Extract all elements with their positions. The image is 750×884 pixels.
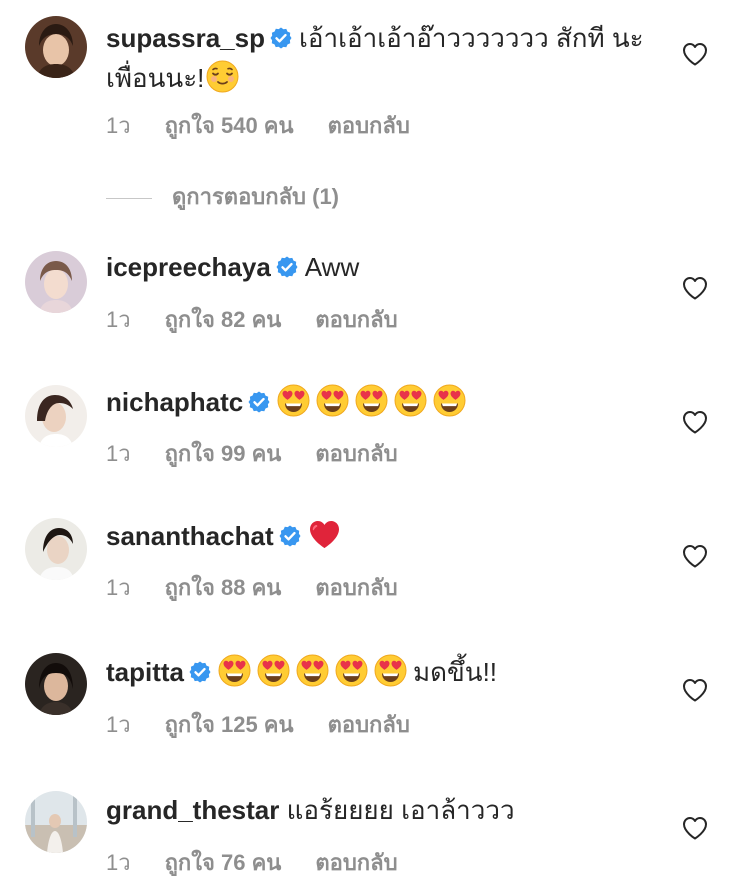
heart-eyes-emoji-icon: [218, 654, 251, 687]
comment-text: มดขึ้น!!: [413, 657, 498, 687]
username[interactable]: tapitta: [106, 657, 184, 687]
comment-text: Aww: [304, 252, 360, 282]
red-heart-emoji-icon: [308, 518, 341, 551]
comment-time: 1ว: [106, 307, 131, 332]
heart-eyes-emoji-icon: [394, 384, 427, 417]
like-count[interactable]: ถูกใจ 88 คน: [165, 575, 282, 600]
reply-button[interactable]: ตอบกลับ: [315, 575, 397, 600]
heart-eyes-emoji-icon: [257, 654, 290, 687]
avatar[interactable]: [25, 16, 87, 78]
comment-time: 1ว: [106, 575, 131, 600]
relieved-face-emoji-icon: [206, 60, 239, 93]
heart-eyes-emoji-icon: [277, 384, 310, 417]
view-replies-button[interactable]: ดูการตอบกลับ (1): [106, 179, 339, 214]
heart-outline-icon[interactable]: [682, 410, 708, 434]
username[interactable]: sananthachat: [106, 521, 274, 551]
comment-text-line: grand_thestar แอร้ยยยย เอาล้าววว: [106, 790, 660, 830]
verified-badge-icon: [275, 255, 299, 279]
comment-text-line: supassra_sp เอ้าเอ้าเอ้าอ๊าววววววว สักที …: [106, 18, 660, 98]
comment-meta: 1ว ถูกใจ 540 คน ตอบกลับ: [106, 108, 444, 143]
avatar[interactable]: [25, 653, 87, 715]
heart-eyes-emoji-icon: [316, 384, 349, 417]
view-replies-label: ดูการตอบกลับ (1): [172, 184, 340, 209]
username[interactable]: grand_thestar: [106, 795, 279, 825]
heart-eyes-emoji-icon: [355, 384, 388, 417]
comment-meta: 1ว ถูกใจ 88 คน ตอบกลับ: [106, 570, 432, 605]
comment-meta: 1ว ถูกใจ 82 คน ตอบกลับ: [106, 302, 432, 337]
heart-outline-icon[interactable]: [682, 276, 708, 300]
heart-eyes-emoji-icon: [296, 654, 329, 687]
comment-text-line: sananthachat: [106, 516, 660, 556]
reply-button[interactable]: ตอบกลับ: [315, 307, 397, 332]
reply-button[interactable]: ตอบกลับ: [328, 712, 410, 737]
reply-button[interactable]: ตอบกลับ: [328, 113, 410, 138]
comment-time: 1ว: [106, 113, 131, 138]
heart-outline-icon[interactable]: [682, 42, 708, 66]
reply-button[interactable]: ตอบกลับ: [315, 850, 397, 875]
heart-eyes-emoji-icon: [335, 654, 368, 687]
comment-meta: 1ว ถูกใจ 99 คน ตอบกลับ: [106, 436, 432, 471]
comment-text: แอร้ยยยย เอาล้าววว: [286, 795, 515, 825]
comment-time: 1ว: [106, 441, 131, 466]
heart-eyes-emoji-icon: [374, 654, 407, 687]
divider: [106, 197, 152, 199]
like-count[interactable]: ถูกใจ 125 คน: [165, 712, 294, 737]
like-count[interactable]: ถูกใจ 82 คน: [165, 307, 282, 332]
avatar[interactable]: [25, 385, 87, 447]
comment-time: 1ว: [106, 712, 131, 737]
heart-outline-icon[interactable]: [682, 544, 708, 568]
verified-badge-icon: [269, 26, 293, 50]
like-count[interactable]: ถูกใจ 540 คน: [165, 113, 294, 138]
username[interactable]: icepreechaya: [106, 252, 271, 282]
avatar[interactable]: [25, 518, 87, 580]
comment-text-line: nichaphatc: [106, 382, 660, 422]
verified-badge-icon: [247, 390, 271, 414]
comment-time: 1ว: [106, 850, 131, 875]
comment-text-line: tapitta มดขึ้น!!: [106, 652, 660, 692]
avatar[interactable]: [25, 251, 87, 313]
comment-meta: 1ว ถูกใจ 125 คน ตอบกลับ: [106, 707, 444, 742]
username[interactable]: supassra_sp: [106, 23, 265, 53]
heart-outline-icon[interactable]: [682, 678, 708, 702]
heart-outline-icon[interactable]: [682, 816, 708, 840]
avatar[interactable]: [25, 791, 87, 853]
like-count[interactable]: ถูกใจ 99 คน: [165, 441, 282, 466]
verified-badge-icon: [278, 524, 302, 548]
like-count[interactable]: ถูกใจ 76 คน: [165, 850, 282, 875]
heart-eyes-emoji-icon: [433, 384, 466, 417]
comment-text-line: icepreechaya Aww: [106, 247, 660, 287]
comment-meta: 1ว ถูกใจ 76 คน ตอบกลับ: [106, 845, 432, 880]
username[interactable]: nichaphatc: [106, 387, 243, 417]
verified-badge-icon: [188, 660, 212, 684]
reply-button[interactable]: ตอบกลับ: [315, 441, 397, 466]
